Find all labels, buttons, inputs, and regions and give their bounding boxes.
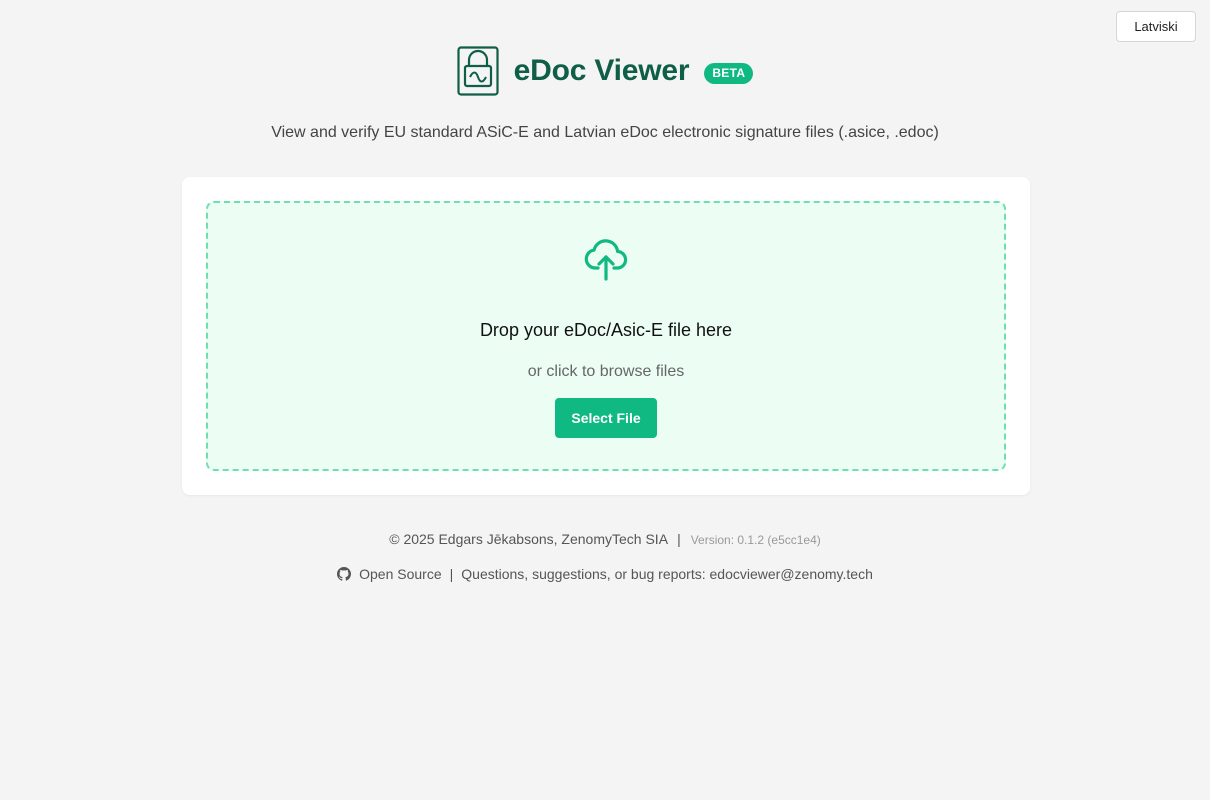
beta-badge: BETA: [704, 62, 754, 84]
footer-separator: |: [677, 531, 681, 547]
browse-instruction: or click to browse files: [527, 363, 685, 380]
language-toggle-button[interactable]: Latviski: [1116, 11, 1196, 42]
app-title: eDoc Viewer: [513, 54, 690, 87]
footer-separator: |: [449, 566, 454, 582]
select-file-button[interactable]: Select File: [555, 398, 657, 438]
footer-links-line: Open Source | Questions, suggestions, or…: [0, 566, 1210, 582]
contact-text[interactable]: Questions, suggestions, or bug reports: …: [461, 566, 873, 582]
drop-instruction: Drop your eDoc/Asic-E file here: [479, 320, 733, 340]
document-lock-icon: [457, 46, 499, 96]
version-text: Version: 0.1.2 (e5cc1e4): [690, 533, 821, 547]
open-source-link[interactable]: Open Source: [359, 566, 442, 582]
cloud-upload-icon: [584, 239, 628, 281]
page-subtitle: View and verify EU standard ASiC-E and L…: [271, 124, 939, 141]
github-icon[interactable]: [337, 567, 352, 581]
footer-copyright-line: © 2025 Edgars Jēkabsons, ZenomyTech SIA …: [0, 531, 1210, 547]
app-header: eDoc Viewer BETA: [0, 46, 1210, 96]
upload-card: Drop your eDoc/Asic-E file here or click…: [182, 177, 1030, 495]
file-dropzone[interactable]: Drop your eDoc/Asic-E file here or click…: [206, 201, 1006, 471]
copyright-text: © 2025 Edgars Jēkabsons, ZenomyTech SIA: [389, 531, 668, 547]
